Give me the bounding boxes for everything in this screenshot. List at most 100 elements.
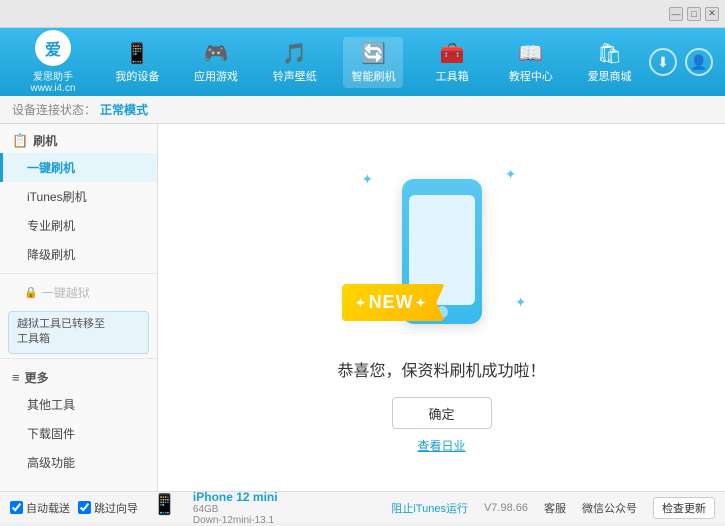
my-device-icon: 📱 [125,41,150,66]
nav-appstore[interactable]: 🛍 爱思商城 [580,37,640,88]
daily-task-link[interactable]: 查看日业 [417,437,465,454]
itunes-notice[interactable]: 阻止iTunes运行 [391,500,468,516]
sidebar-item-jailbreak-locked: 🔒 一键越狱 [0,278,157,307]
maximize-btn[interactable]: □ [687,7,701,21]
nav-tutorial[interactable]: 📖 教程中心 [501,37,561,88]
statusbar: 设备连接状态： 正常模式 [0,96,725,124]
sparkle-3: ✦ [515,294,527,311]
center-area: ✦ ✦ ✦ ✦ NEW ✦ 恭喜您，保资料刷机成功啦！ 确定 查看日业 [158,124,725,491]
tutorial-icon: 📖 [518,41,543,66]
sidebar: 📋 刷机 一键刷机 iTunes刷机 专业刷机 降级刷机 🔒 一键越狱 越狱工具… [0,124,158,491]
sidebar-item-pro-flash[interactable]: 专业刷机 [0,211,157,240]
more-section-title: ≡ 更多 [0,363,157,390]
status-value: 正常模式 [100,101,148,118]
version-label: V7.98.66 [484,502,528,514]
bottom-bar: 自动载送 跳过向导 📱 iPhone 12 mini 64GB Down-12m… [0,491,725,523]
jailbreak-notice-text: 越狱工具已转移至工具箱 [17,318,105,345]
logo-icon: 爱 [35,30,71,66]
jailbreak-notice: 越狱工具已转移至工具箱 [8,311,149,354]
logo-line2: www.i4.cn [30,83,75,94]
sidebar-item-other-tools[interactable]: 其他工具 [0,390,157,419]
new-star-right: ✦ [416,296,427,310]
nav-app-game[interactable]: 🎮 应用游戏 [186,37,246,88]
titlebar: — □ ✕ [0,0,725,28]
sidebar-item-itunes-flash[interactable]: iTunes刷机 [0,182,157,211]
auto-load-checkbox[interactable]: 自动载送 [10,500,70,516]
one-click-flash-label: 一键刷机 [27,161,75,175]
pro-flash-label: 专业刷机 [27,219,75,233]
advanced-label: 高级功能 [27,456,75,470]
bottom-right: 阻止iTunes运行 V7.98.66 客服 微信公众号 检查更新 [391,497,715,519]
other-tools-label: 其他工具 [27,398,75,412]
bottom-left: 自动载送 跳过向导 📱 iPhone 12 mini 64GB Down-12m… [10,490,278,526]
illustration-area: ✦ ✦ ✦ ✦ NEW ✦ [342,161,542,341]
via-wizard-input[interactable] [78,501,91,514]
tutorial-label: 教程中心 [509,68,553,84]
confirm-button-label: 确定 [428,404,454,423]
sidebar-item-one-click-flash[interactable]: 一键刷机 [0,153,157,182]
jailbreak-locked-label: 一键越狱 [42,284,90,301]
app-game-icon: 🎮 [204,41,229,66]
wechat-official-link[interactable]: 微信公众号 [582,500,637,516]
auto-load-input[interactable] [10,501,23,514]
nav-toolbox[interactable]: 🧰 工具箱 [422,37,482,88]
check-update-button[interactable]: 检查更新 [653,497,715,519]
logo-line1: 爱思助手 [33,68,73,83]
sparkle-2: ✦ [505,166,517,183]
sidebar-divider-2 [0,358,157,359]
check-update-label: 检查更新 [662,503,706,515]
device-section: 📱 iPhone 12 mini 64GB Down-12mini-13.1 [152,490,278,526]
sidebar-item-downgrade-flash[interactable]: 降级刷机 [0,240,157,269]
via-wizard-label: 跳过向导 [94,500,138,516]
status-label: 设备连接状态： [12,101,96,118]
sidebar-item-download-firmware[interactable]: 下载固件 [0,419,157,448]
nav-smart-flash[interactable]: 🔄 智能刷机 [343,37,403,88]
my-device-label: 我的设备 [115,68,159,84]
navbar: 爱 爱思助手 www.i4.cn 📱 我的设备 🎮 应用游戏 🎵 铃声壁纸 🔄 … [0,28,725,96]
titlebar-buttons: — □ ✕ [669,7,719,21]
nav-my-device[interactable]: 📱 我的设备 [107,37,167,88]
toolbox-icon: 🧰 [440,41,465,66]
success-text: 恭喜您，保资料刷机成功啦！ [337,357,545,381]
itunes-notice-label: 阻止iTunes运行 [391,500,468,516]
logo-symbol: 爱 [45,36,61,60]
nav-items: 📱 我的设备 🎮 应用游戏 🎵 铃声壁纸 🔄 智能刷机 🧰 工具箱 📖 教程中心… [98,37,649,88]
flash-section-icon: 📋 [12,133,28,149]
ringtone-label: 铃声壁纸 [273,68,317,84]
sidebar-item-advanced[interactable]: 高级功能 [0,448,157,477]
device-storage: 64GB [193,504,278,515]
new-star-left: ✦ [356,296,367,310]
sparkle-1: ✦ [362,171,374,188]
sidebar-divider-1 [0,273,157,274]
main-content: 📋 刷机 一键刷机 iTunes刷机 专业刷机 降级刷机 🔒 一键越狱 越狱工具… [0,124,725,491]
download-btn[interactable]: ⬇ [649,48,677,76]
itunes-flash-label: iTunes刷机 [27,190,87,204]
nav-right-buttons: ⬇ 👤 [649,48,713,76]
app-game-label: 应用游戏 [194,68,238,84]
close-btn[interactable]: ✕ [705,7,719,21]
device-name: iPhone 12 mini [193,490,278,504]
toolbox-label: 工具箱 [436,68,469,84]
downgrade-flash-label: 降级刷机 [27,248,75,262]
nav-ringtone[interactable]: 🎵 铃声壁纸 [265,37,325,88]
device-firmware: Down-12mini-13.1 [193,515,278,526]
logo-area: 爱 爱思助手 www.i4.cn [8,30,98,94]
user-btn[interactable]: 👤 [685,48,713,76]
appstore-label: 爱思商城 [588,68,632,84]
device-phone-icon: 📱 [152,492,177,517]
more-section-label: 更多 [25,369,49,386]
flash-section-label: 刷机 [33,132,57,149]
appstore-icon: 🛍 [597,41,622,66]
flash-section-title: 📋 刷机 [0,124,157,153]
confirm-button[interactable]: 确定 [392,397,492,429]
lock-icon: 🔒 [24,286,38,299]
via-wizard-checkbox[interactable]: 跳过向导 [78,500,138,516]
smart-flash-label: 智能刷机 [351,68,395,84]
download-firmware-label: 下载固件 [27,427,75,441]
more-icon: ≡ [12,370,20,385]
auto-load-label: 自动载送 [26,500,70,516]
minimize-btn[interactable]: — [669,7,683,21]
customer-service-link[interactable]: 客服 [544,500,566,516]
new-banner-text: NEW [369,292,414,313]
device-info: iPhone 12 mini 64GB Down-12mini-13.1 [193,490,278,526]
